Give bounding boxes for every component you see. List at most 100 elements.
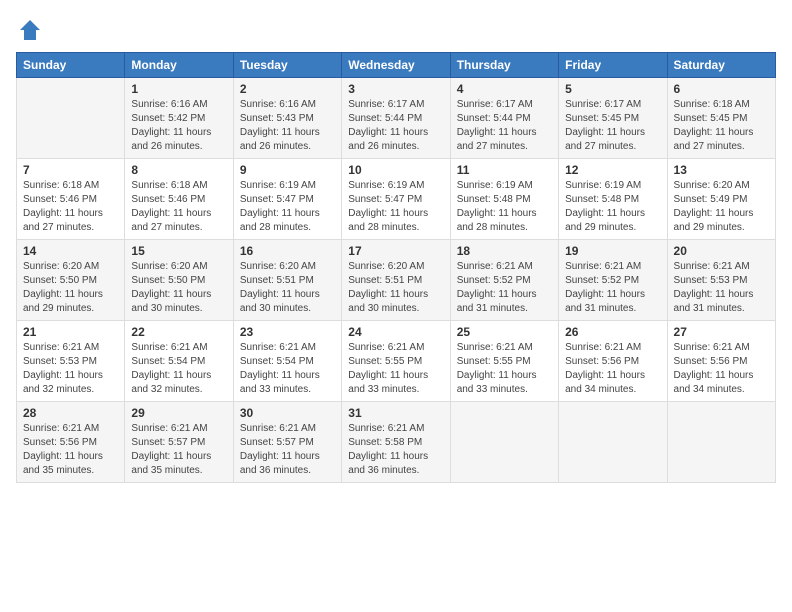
day-info: Sunrise: 6:21 AMSunset: 5:57 PMDaylight:… bbox=[131, 422, 226, 478]
day-number: 3 bbox=[348, 82, 443, 96]
day-info: Sunrise: 6:18 AMSunset: 5:46 PMDaylight:… bbox=[131, 179, 226, 235]
calendar-cell bbox=[450, 402, 558, 483]
calendar-cell: 25Sunrise: 6:21 AMSunset: 5:55 PMDayligh… bbox=[450, 321, 558, 402]
day-number: 16 bbox=[240, 244, 335, 258]
calendar-cell: 14Sunrise: 6:20 AMSunset: 5:50 PMDayligh… bbox=[17, 240, 125, 321]
weekday-header-saturday: Saturday bbox=[667, 53, 775, 78]
calendar-cell: 15 Sunrise: 6:20 AMSunset: 5:50 PMDayligh… bbox=[125, 240, 233, 321]
calendar-cell: 28 Sunrise: 6:21 AMSunset: 5:56 PMDayligh… bbox=[17, 402, 125, 483]
day-number: 9 bbox=[240, 163, 335, 177]
calendar-cell bbox=[17, 78, 125, 159]
calendar-week-3: 14 Sunrise: 6:20 AMSunset: 5:50 PMDayligh… bbox=[17, 240, 776, 321]
day-number: 14 bbox=[23, 244, 118, 258]
day-info: Sunrise: 6:21 AMSunset: 5:52 PMDaylight:… bbox=[565, 260, 660, 316]
day-number: 31 bbox=[348, 406, 443, 420]
calendar-header-row: SundayMondayTuesdayWednesdayThursdayFrid… bbox=[17, 53, 776, 78]
day-info: Sunrise: 6:21 AMSunset: 5:53 PMDaylight:… bbox=[23, 341, 118, 397]
calendar-week-5: 28 Sunrise: 6:21 AMSunset: 5:56 PMDayligh… bbox=[17, 402, 776, 483]
calendar-week-4: 21 Sunrise: 6:21 AMSunset: 5:53 PMDayligh… bbox=[17, 321, 776, 402]
calendar-cell: 1 Sunrise: 6:16 AMSunset: 5:42 PMDaylight… bbox=[125, 78, 233, 159]
weekday-header-tuesday: Tuesday bbox=[233, 53, 341, 78]
calendar-cell: 4 Sunrise: 6:17 AMSunset: 5:44 PMDaylight… bbox=[450, 78, 558, 159]
calendar-cell: 10 Sunrise: 6:19 AMSunset: 5:47 PMDayligh… bbox=[342, 159, 450, 240]
day-number: 18 bbox=[457, 244, 552, 258]
day-number: 20 bbox=[674, 244, 769, 258]
weekday-header-thursday: Thursday bbox=[450, 53, 558, 78]
calendar-cell: 21 Sunrise: 6:21 AMSunset: 5:53 PMDayligh… bbox=[17, 321, 125, 402]
day-info: Sunrise: 6:18 AMSunset: 5:46 PMDaylight:… bbox=[23, 179, 118, 235]
day-info: Sunrise: 6:21 AMSunset: 5:58 PMDaylight:… bbox=[348, 422, 443, 478]
day-number: 30 bbox=[240, 406, 335, 420]
day-number: 27 bbox=[674, 325, 769, 339]
calendar-cell: 11Sunrise: 6:19 AMSunset: 5:48 PMDayligh… bbox=[450, 159, 558, 240]
calendar-cell: 6 Sunrise: 6:18 AMSunset: 5:45 PMDaylight… bbox=[667, 78, 775, 159]
day-info: Sunrise: 6:21 AMSunset: 5:57 PMDaylight:… bbox=[240, 422, 335, 478]
day-info: Sunrise: 6:21 AMSunset: 5:55 PMDaylight:… bbox=[348, 341, 443, 397]
day-info: Sunrise: 6:17 AMSunset: 5:44 PMDaylight:… bbox=[457, 98, 552, 154]
calendar-cell: 7 Sunrise: 6:18 AMSunset: 5:46 PMDaylight… bbox=[17, 159, 125, 240]
day-number: 12 bbox=[565, 163, 660, 177]
calendar-cell: 18 Sunrise: 6:21 AMSunset: 5:52 PMDayligh… bbox=[450, 240, 558, 321]
day-info: Sunrise: 6:20 AMSunset: 5:49 PMDaylight:… bbox=[674, 179, 769, 235]
day-info: Sunrise: 6:20 AMSunset: 5:51 PMDaylight:… bbox=[240, 260, 335, 316]
calendar-cell: 23Sunrise: 6:21 AMSunset: 5:54 PMDayligh… bbox=[233, 321, 341, 402]
day-info: Sunrise: 6:19 AMSunset: 5:48 PMDaylight:… bbox=[565, 179, 660, 235]
calendar-cell: 9Sunrise: 6:19 AMSunset: 5:47 PMDaylight… bbox=[233, 159, 341, 240]
day-number: 5 bbox=[565, 82, 660, 96]
day-number: 6 bbox=[674, 82, 769, 96]
calendar-cell bbox=[559, 402, 667, 483]
day-number: 15 bbox=[131, 244, 226, 258]
calendar-cell: 13Sunrise: 6:20 AMSunset: 5:49 PMDayligh… bbox=[667, 159, 775, 240]
calendar-cell: 30 Sunrise: 6:21 AMSunset: 5:57 PMDayligh… bbox=[233, 402, 341, 483]
day-info: Sunrise: 6:17 AMSunset: 5:45 PMDaylight:… bbox=[565, 98, 660, 154]
weekday-header-sunday: Sunday bbox=[17, 53, 125, 78]
day-number: 7 bbox=[23, 163, 118, 177]
calendar-cell: 24 Sunrise: 6:21 AMSunset: 5:55 PMDayligh… bbox=[342, 321, 450, 402]
day-info: Sunrise: 6:21 AMSunset: 5:54 PMDaylight:… bbox=[240, 341, 335, 397]
day-number: 10 bbox=[348, 163, 443, 177]
day-number: 21 bbox=[23, 325, 118, 339]
weekday-header-monday: Monday bbox=[125, 53, 233, 78]
day-info: Sunrise: 6:21 AMSunset: 5:56 PMDaylight:… bbox=[23, 422, 118, 478]
day-info: Sunrise: 6:20 AMSunset: 5:51 PMDaylight:… bbox=[348, 260, 443, 316]
day-info: Sunrise: 6:21 AMSunset: 5:54 PMDaylight:… bbox=[131, 341, 226, 397]
day-number: 22 bbox=[131, 325, 226, 339]
calendar-cell: 5 Sunrise: 6:17 AMSunset: 5:45 PMDaylight… bbox=[559, 78, 667, 159]
calendar-cell: 22 Sunrise: 6:21 AMSunset: 5:54 PMDayligh… bbox=[125, 321, 233, 402]
day-info: Sunrise: 6:16 AMSunset: 5:43 PMDaylight:… bbox=[240, 98, 335, 154]
day-number: 26 bbox=[565, 325, 660, 339]
day-info: Sunrise: 6:17 AMSunset: 5:44 PMDaylight:… bbox=[348, 98, 443, 154]
day-number: 2 bbox=[240, 82, 335, 96]
weekday-header-wednesday: Wednesday bbox=[342, 53, 450, 78]
logo-icon bbox=[16, 16, 44, 44]
day-number: 19 bbox=[565, 244, 660, 258]
page-header bbox=[16, 16, 776, 44]
calendar-week-1: 1 Sunrise: 6:16 AMSunset: 5:42 PMDaylight… bbox=[17, 78, 776, 159]
calendar-cell: 8Sunrise: 6:18 AMSunset: 5:46 PMDaylight… bbox=[125, 159, 233, 240]
day-info: Sunrise: 6:20 AMSunset: 5:50 PMDaylight:… bbox=[131, 260, 226, 316]
day-number: 17 bbox=[348, 244, 443, 258]
day-number: 24 bbox=[348, 325, 443, 339]
calendar-cell: 26 Sunrise: 6:21 AMSunset: 5:56 PMDayligh… bbox=[559, 321, 667, 402]
day-number: 1 bbox=[131, 82, 226, 96]
day-info: Sunrise: 6:21 AMSunset: 5:56 PMDaylight:… bbox=[565, 341, 660, 397]
weekday-header-friday: Friday bbox=[559, 53, 667, 78]
calendar-cell: 3 Sunrise: 6:17 AMSunset: 5:44 PMDaylight… bbox=[342, 78, 450, 159]
day-info: Sunrise: 6:19 AMSunset: 5:47 PMDaylight:… bbox=[348, 179, 443, 235]
calendar-cell: 16 Sunrise: 6:20 AMSunset: 5:51 PMDayligh… bbox=[233, 240, 341, 321]
day-info: Sunrise: 6:21 AMSunset: 5:52 PMDaylight:… bbox=[457, 260, 552, 316]
day-info: Sunrise: 6:21 AMSunset: 5:53 PMDaylight:… bbox=[674, 260, 769, 316]
calendar-cell: 17 Sunrise: 6:20 AMSunset: 5:51 PMDayligh… bbox=[342, 240, 450, 321]
calendar-cell: 12 Sunrise: 6:19 AMSunset: 5:48 PMDayligh… bbox=[559, 159, 667, 240]
day-number: 25 bbox=[457, 325, 552, 339]
day-number: 28 bbox=[23, 406, 118, 420]
day-number: 29 bbox=[131, 406, 226, 420]
calendar-cell: 2 Sunrise: 6:16 AMSunset: 5:43 PMDaylight… bbox=[233, 78, 341, 159]
day-info: Sunrise: 6:18 AMSunset: 5:45 PMDaylight:… bbox=[674, 98, 769, 154]
calendar-table: SundayMondayTuesdayWednesdayThursdayFrid… bbox=[16, 52, 776, 483]
day-number: 4 bbox=[457, 82, 552, 96]
day-info: Sunrise: 6:16 AMSunset: 5:42 PMDaylight:… bbox=[131, 98, 226, 154]
calendar-week-2: 7 Sunrise: 6:18 AMSunset: 5:46 PMDaylight… bbox=[17, 159, 776, 240]
calendar-cell: 20 Sunrise: 6:21 AMSunset: 5:53 PMDayligh… bbox=[667, 240, 775, 321]
calendar-cell: 29 Sunrise: 6:21 AMSunset: 5:57 PMDayligh… bbox=[125, 402, 233, 483]
